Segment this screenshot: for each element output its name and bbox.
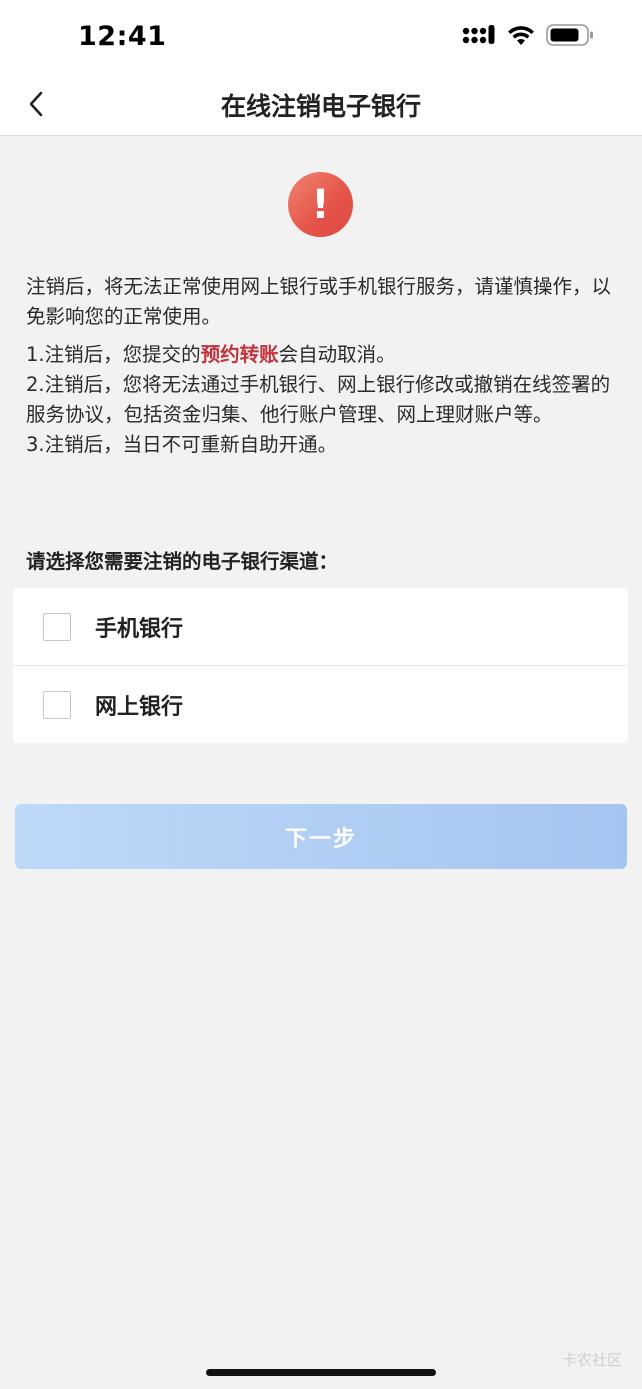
channel-options: 手机银行 网上银行	[13, 588, 628, 743]
wifi-icon	[508, 26, 534, 45]
option-mobile-banking[interactable]: 手机银行	[13, 588, 628, 665]
online-banking-checkbox[interactable]	[43, 690, 71, 719]
notice-item-3: 3.注销后，当日不可重新自助开通。	[26, 433, 338, 456]
notice-item-2: 2.注销后，您将无法通过手机银行、网上银行修改或撤销在线签署的服务协议，包括资金…	[26, 373, 611, 426]
watermark: 卡农社区	[561, 1351, 622, 1369]
option-label: 网上银行	[95, 694, 184, 720]
cellular-signal-icon	[462, 25, 495, 44]
mobile-banking-checkbox[interactable]	[43, 612, 71, 641]
notice-item-1: 1.注销后，您提交的预约转账会自动取消。	[26, 340, 616, 370]
status-icons	[462, 24, 594, 46]
notice-intro: 注销后，将无法正常使用网上银行或手机银行服务，请谨慎操作，以免影响您的正常使用。	[26, 275, 612, 328]
option-online-banking[interactable]: 网上银行	[13, 665, 628, 743]
notice-item-1-text-after: 会自动取消。	[278, 343, 396, 366]
channel-prompt: 请选择您需要注销的电子银行渠道：	[26, 550, 339, 573]
option-label: 手机银行	[95, 616, 184, 642]
status-time: 12:41	[78, 21, 167, 52]
next-step-button[interactable]: 下一步	[15, 804, 627, 869]
status-bar: 12:41	[0, 0, 642, 76]
nav-bar: 在线注销电子银行	[0, 76, 642, 136]
battery-icon	[546, 24, 593, 46]
home-indicator[interactable]	[206, 1369, 436, 1376]
warning-icon: !	[288, 172, 353, 237]
notice-item-1-text-before: 1.注销后，您提交的	[26, 343, 201, 366]
scheduled-transfer-highlight: 预约转账	[200, 343, 279, 366]
notice-text: 注销后，将无法正常使用网上银行或手机银行服务，请谨慎操作，以免影响您的正常使用。…	[26, 272, 616, 460]
page-title: 在线注销电子银行	[220, 92, 421, 121]
